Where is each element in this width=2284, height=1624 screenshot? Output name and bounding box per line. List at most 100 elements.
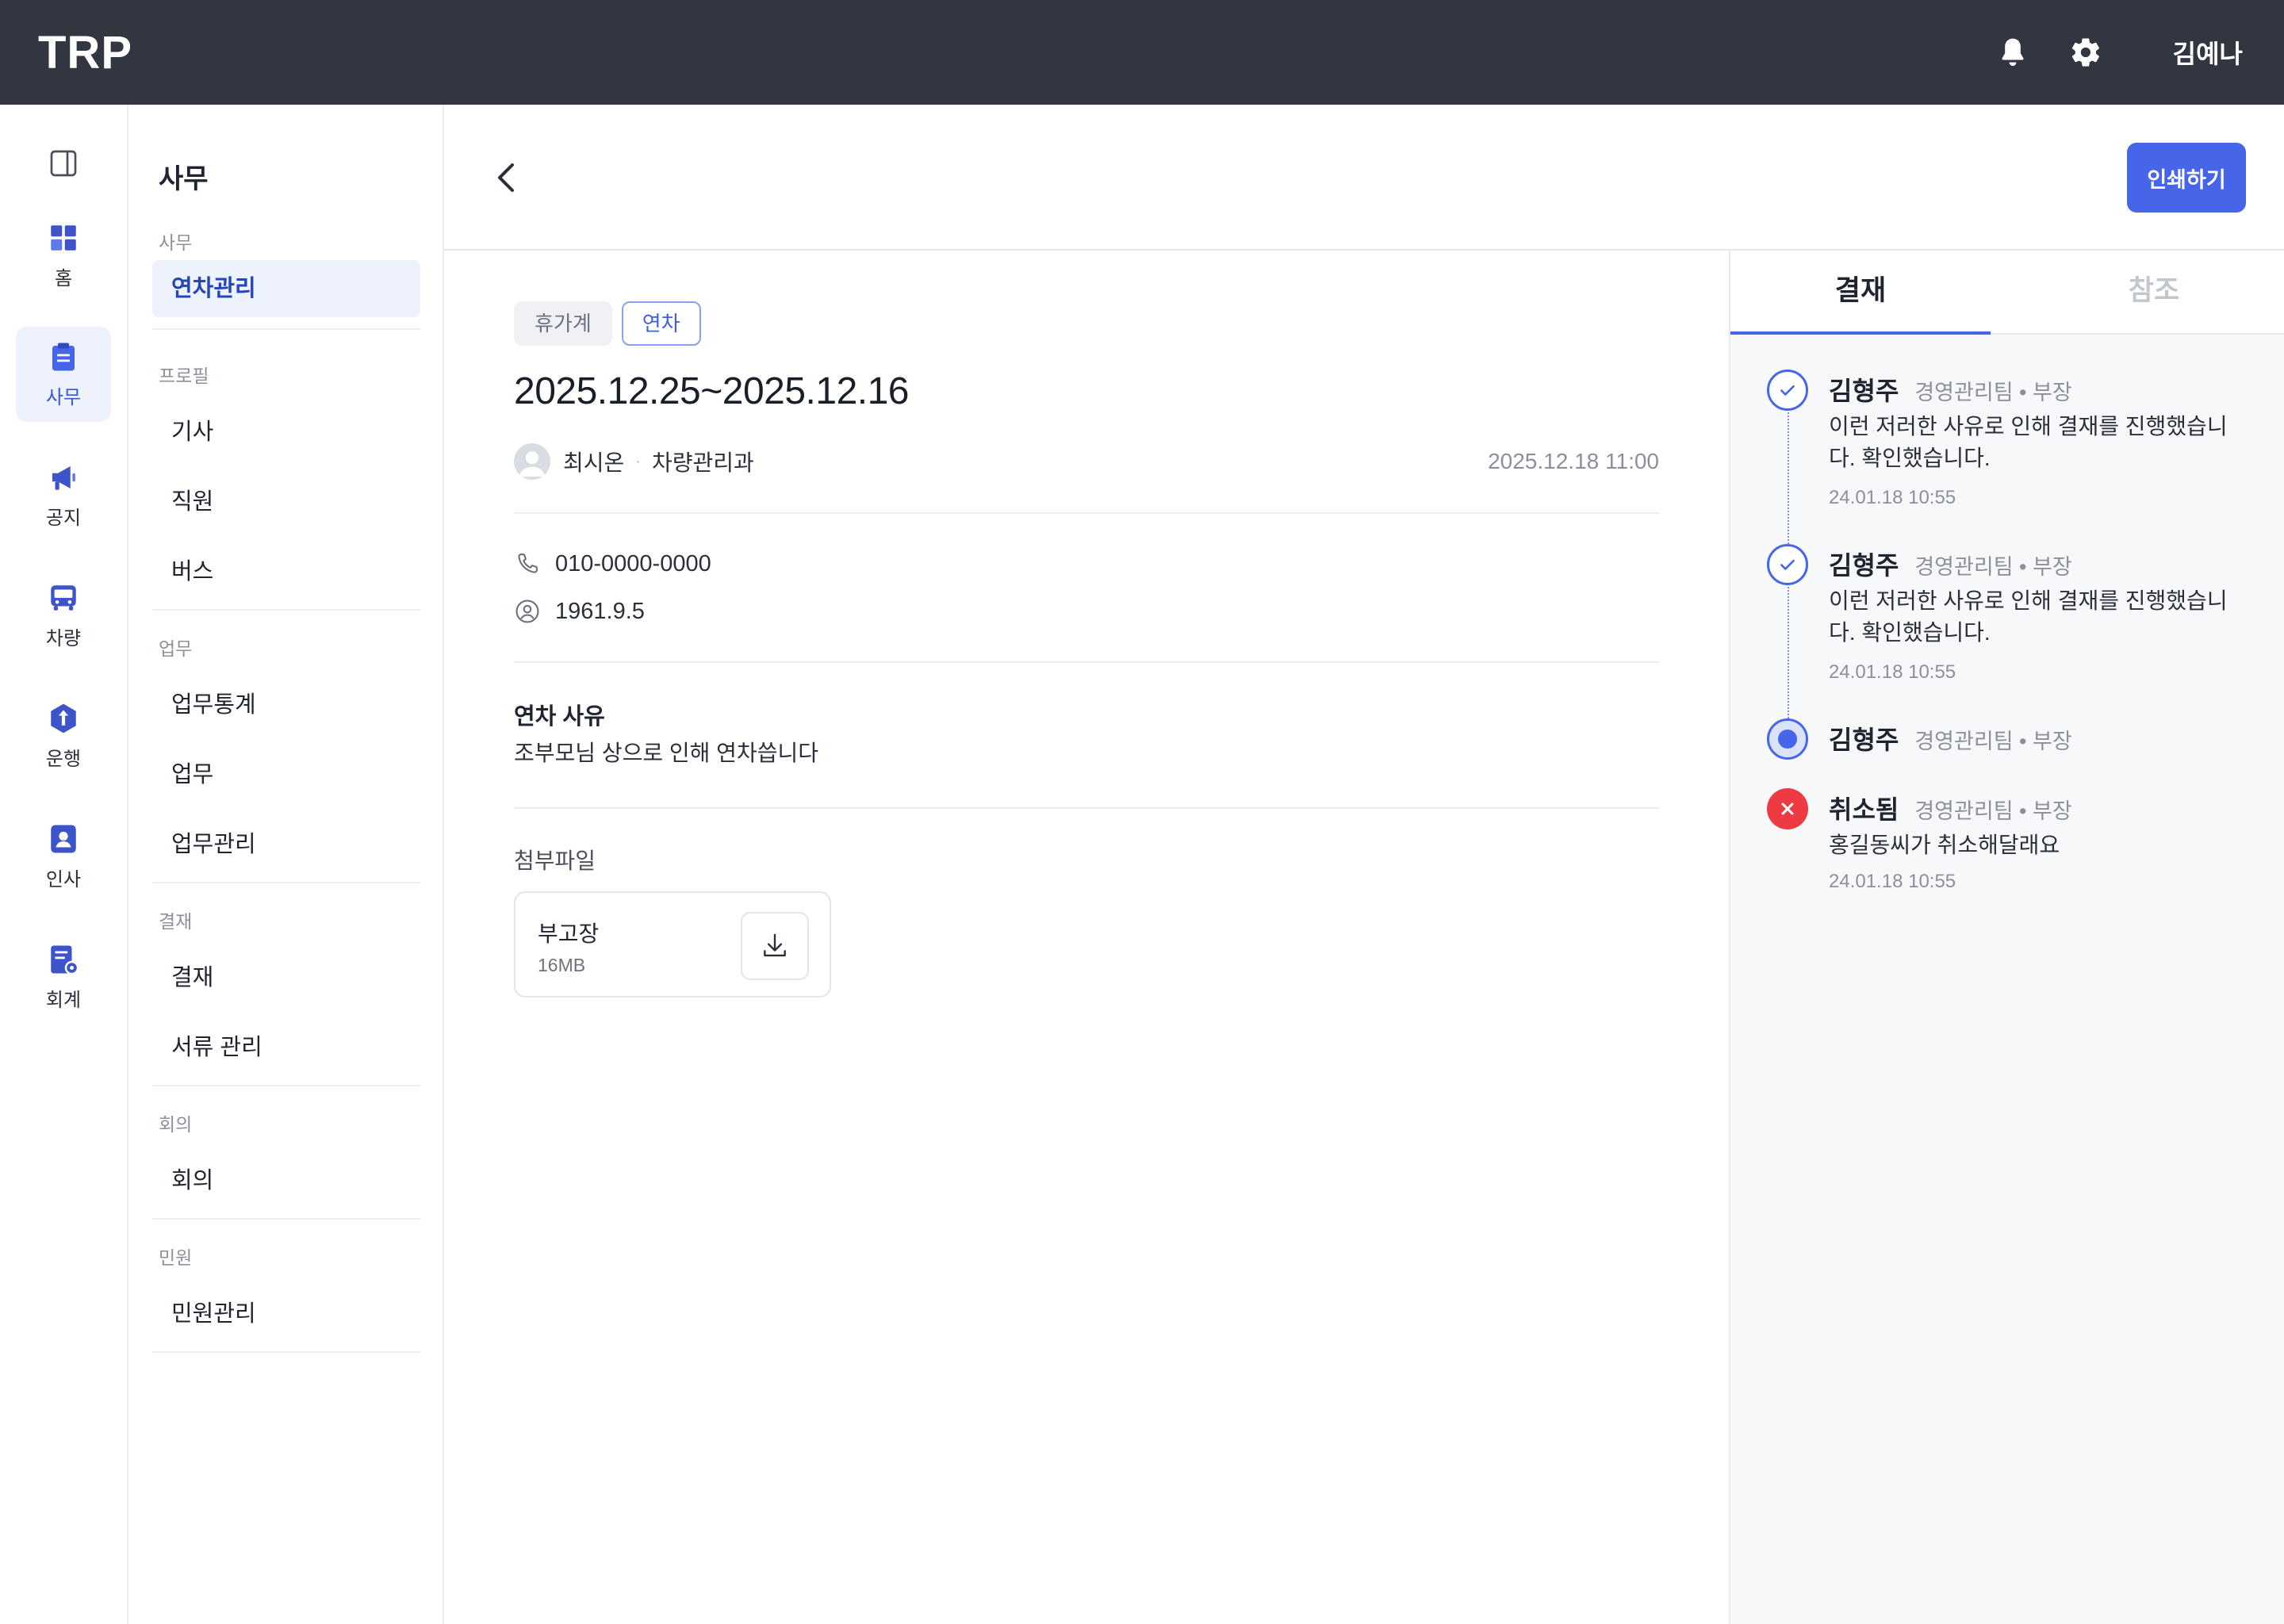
separator-dot: · xyxy=(635,452,641,470)
cancel-time: 24.01.18 10:55 xyxy=(1829,871,1956,892)
clipboard-icon xyxy=(52,343,75,370)
attachments-title: 첨부파일 xyxy=(514,848,596,873)
top-bar: TRP 김예나 xyxy=(0,0,2284,105)
birth-row: 1961.9.5 xyxy=(514,598,645,625)
rail-label: 운행 xyxy=(45,748,82,770)
submenu-section-label: 민원 xyxy=(159,1247,193,1268)
timeline-item: 김형주 경영관리팀 • 부장 이런 저러한 사유로 인해 결재를 진행했습니다.… xyxy=(1767,370,2259,528)
submenu-section-label: 업무 xyxy=(159,638,193,659)
timeline-head: 취소됨 경영관리팀 • 부장 xyxy=(1829,790,2072,826)
divider xyxy=(514,661,1659,663)
created-time: 2025.12.18 11:00 xyxy=(1488,449,1659,473)
leave-date-range: 2025.12.25~2025.12.16 xyxy=(514,370,910,412)
rail-label: 회계 xyxy=(45,989,82,1011)
avatar xyxy=(514,443,550,480)
timeline-item: 김형주 경영관리팀 • 부장 xyxy=(1767,718,2259,766)
submenu-item-bus[interactable]: 버스 xyxy=(152,542,420,601)
author-name: 최시온 xyxy=(563,450,625,475)
check-circle-icon xyxy=(1767,370,1808,411)
tag-leave-form: 휴가계 xyxy=(514,301,612,346)
submenu-item-driver[interactable]: 기사 xyxy=(152,403,420,462)
timeline-item: 김형주 경영관리팀 • 부장 이런 저러한 사유로 인해 결재를 진행했습니다.… xyxy=(1767,544,2259,703)
person-circle-icon xyxy=(515,599,539,623)
sub-menu: 사무 사무 연차관리 프로필 기사 직원 버스 업무 업무통계 업무 업무관리 … xyxy=(128,105,444,1624)
approver-meta: 경영관리팀 • 부장 xyxy=(1914,555,2072,579)
print-button[interactable]: 인쇄하기 xyxy=(2127,143,2246,213)
cancel-status: 취소됨 xyxy=(1829,795,1899,824)
app-logo[interactable]: TRP xyxy=(38,26,132,79)
user-name[interactable]: 김예나 xyxy=(2173,34,2243,71)
submenu-title: 사무 xyxy=(159,164,209,194)
rail-item-operation[interactable]: 운행 xyxy=(16,688,111,783)
submenu-item-work-stats[interactable]: 업무통계 xyxy=(152,676,420,734)
submenu-item-work-manage[interactable]: 업무관리 xyxy=(152,815,420,874)
bus-icon xyxy=(51,584,76,611)
submenu-divider xyxy=(152,882,420,883)
detail-header: 인쇄하기 xyxy=(444,105,2284,251)
submenu-divider xyxy=(152,1085,420,1086)
gear-icon[interactable] xyxy=(2068,35,2103,70)
submenu-item-civil-complaints[interactable]: 민원관리 xyxy=(152,1285,420,1343)
submenu-divider xyxy=(152,1351,420,1353)
rail-label: 사무 xyxy=(45,386,82,408)
timeline-head: 김형주 경영관리팀 • 부장 xyxy=(1829,546,2072,582)
submenu-section: 업무 업무통계 업무 업무관리 xyxy=(152,631,420,883)
reason-title: 연차 사유 xyxy=(514,704,605,730)
tab-approval[interactable]: 결재 xyxy=(1730,251,1991,335)
timeline-item: 취소됨 경영관리팀 • 부장 홍길동씨가 취소해달래요 24.01.18 10:… xyxy=(1767,788,2259,915)
submenu-item-approval[interactable]: 결재 xyxy=(152,948,420,1007)
phone-number: 010-0000-0000 xyxy=(555,550,711,576)
approver-name: 김형주 xyxy=(1829,377,1899,405)
submenu-item-annual-leave[interactable]: 연차관리 xyxy=(152,260,420,317)
rail-item-hr[interactable]: 인사 xyxy=(16,809,111,904)
cancel-comment: 홍길동씨가 취소해달래요 xyxy=(1829,833,2060,857)
rail-item-home[interactable]: 홈 xyxy=(16,208,111,303)
tag-list: 휴가계 연차 xyxy=(514,301,711,346)
approval-panel: 결재 참조 김형주 경영관리팀 • 부장 이런 저러한 사유로 인해 결재를 진… xyxy=(1729,251,2284,1624)
rail-item-notice[interactable]: 공지 xyxy=(16,447,111,542)
author-dept: 차량관리과 xyxy=(651,450,754,475)
submenu-section: 민원 민원관리 xyxy=(152,1240,420,1353)
submenu-section-label: 프로필 xyxy=(159,366,209,386)
download-button[interactable] xyxy=(741,912,809,980)
tab-reference[interactable]: 참조 xyxy=(2024,251,2284,333)
rail-label: 인사 xyxy=(45,868,82,891)
approver-meta: 경영관리팀 • 부장 xyxy=(1914,381,2072,404)
approver-name: 김형주 xyxy=(1829,551,1899,580)
person-card-icon xyxy=(51,825,76,852)
rail-label: 공지 xyxy=(45,507,82,529)
submenu-section: 사무 연차관리 xyxy=(152,225,420,330)
sidebar-toggle-icon[interactable] xyxy=(48,147,79,179)
phone-icon xyxy=(518,553,538,573)
phone-row: 010-0000-0000 xyxy=(514,550,711,577)
chevron-left-icon xyxy=(498,163,514,192)
cancel-circle-icon xyxy=(1767,788,1808,829)
bell-icon[interactable] xyxy=(1995,35,2030,70)
icon-rail: 홈 사무 공지 차량 운행 인사 회계 xyxy=(0,105,128,1624)
birth-date: 1961.9.5 xyxy=(555,598,645,624)
submenu-item-staff[interactable]: 직원 xyxy=(152,473,420,531)
approval-time: 24.01.18 10:55 xyxy=(1829,487,1956,508)
submenu-section: 프로필 기사 직원 버스 xyxy=(152,358,420,611)
rail-item-office[interactable]: 사무 xyxy=(16,327,111,422)
attachment-card: 부고장 16MB xyxy=(514,891,831,998)
back-button[interactable] xyxy=(489,159,527,197)
rail-item-accounting[interactable]: 회계 xyxy=(16,929,111,1025)
timeline-head: 김형주 경영관리팀 • 부장 xyxy=(1829,371,2072,408)
approver-name: 김형주 xyxy=(1829,726,1899,754)
submenu-item-work[interactable]: 업무 xyxy=(152,745,420,804)
rail-item-vehicle[interactable]: 차량 xyxy=(16,568,111,663)
divider xyxy=(514,807,1659,809)
file-name: 부고장 xyxy=(538,921,600,946)
submenu-item-meeting[interactable]: 회의 xyxy=(152,1151,420,1210)
approval-comment: 이런 저러한 사유로 인해 결재를 진행했습니다. 확인했습니다. xyxy=(1829,414,2228,470)
submenu-section: 결재 결재 서류 관리 xyxy=(152,904,420,1086)
rail-label: 홈 xyxy=(54,267,73,289)
submenu-divider xyxy=(152,328,420,330)
submenu-item-documents[interactable]: 서류 관리 xyxy=(152,1018,420,1077)
submenu-section-label: 사무 xyxy=(159,232,193,253)
approval-comment: 이런 저러한 사유로 인해 결재를 진행했습니다. 확인했습니다. xyxy=(1829,588,2228,645)
panel-tabs: 결재 참조 xyxy=(1730,251,2284,335)
author-row: 최시온 · 차량관리과 2025.12.18 11:00 xyxy=(514,442,1659,481)
approver-meta: 경영관리팀 • 부장 xyxy=(1914,799,2072,823)
